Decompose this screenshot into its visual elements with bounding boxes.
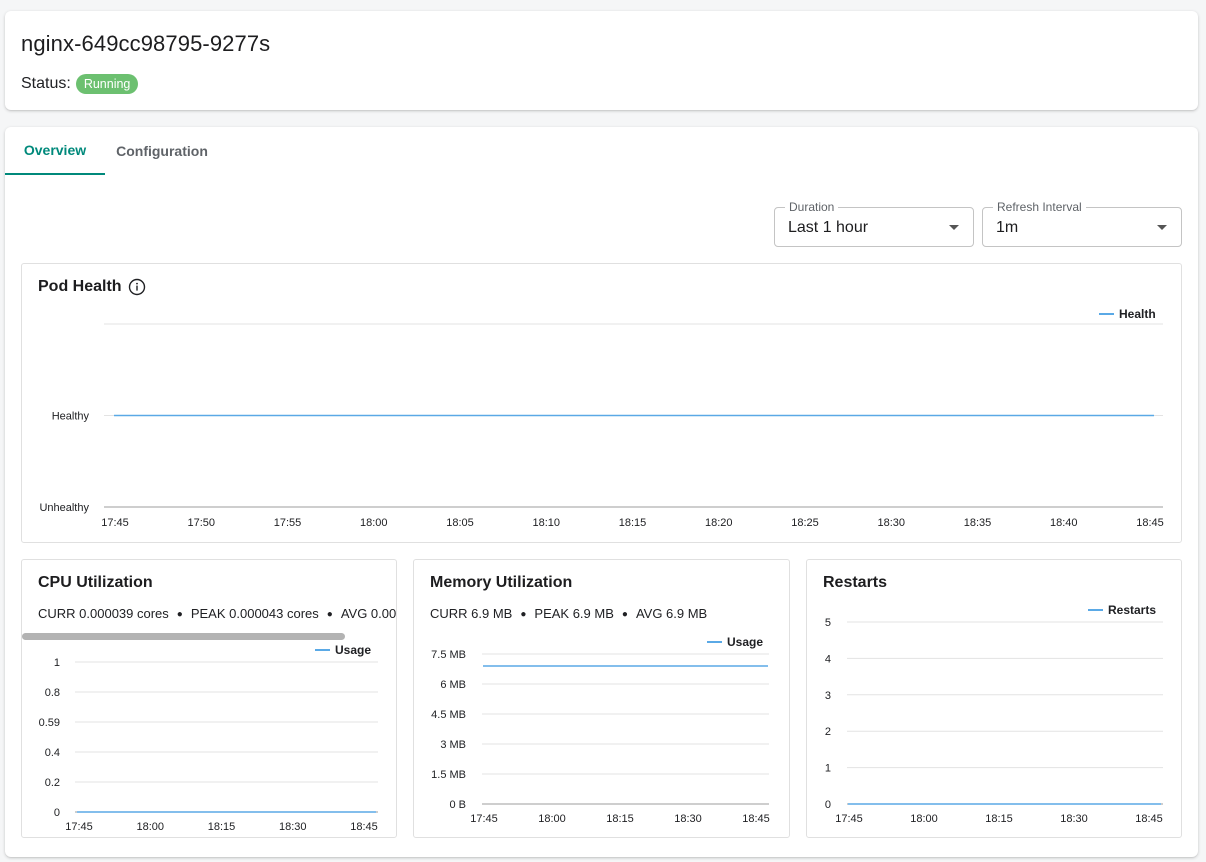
y-tick-label: 1: [825, 763, 831, 775]
y-tick-label: 4.5 MB: [431, 709, 466, 721]
status-label: Status:: [21, 75, 71, 92]
x-tick-label: 18:00: [360, 517, 388, 529]
y-tick-label: Healthy: [52, 411, 90, 423]
x-tick-label: 18:45: [1136, 517, 1164, 529]
tab-bar: Overview Configuration: [5, 127, 219, 175]
caret-down-icon: [1157, 225, 1167, 230]
legend-label: Health: [1119, 307, 1156, 321]
x-tick-label: 17:45: [65, 821, 93, 833]
x-tick-label: 17:45: [101, 517, 129, 529]
y-tick-label: 0: [825, 799, 831, 811]
y-tick-label: 0.59: [39, 717, 60, 729]
legend-label: Usage: [727, 635, 763, 649]
y-tick-label: 1: [54, 657, 60, 669]
x-tick-label: 18:00: [910, 813, 938, 825]
status-badge: Running: [75, 74, 139, 94]
refresh-interval-value: 1m: [996, 219, 1019, 236]
x-tick-label: 18:30: [1060, 813, 1088, 825]
y-tick-label: 6 MB: [440, 679, 466, 691]
x-tick-label: 18:05: [446, 517, 474, 529]
duration-value: Last 1 hour: [788, 219, 869, 236]
y-tick-label: 3: [825, 690, 831, 702]
x-tick-label: 18:20: [705, 517, 733, 529]
y-tick-label: 0: [54, 807, 60, 819]
memory-chart: Usage 7.5 MB 6 MB 4.5 MB 3 MB 1.5 MB 0 B 17:45 1…: [431, 635, 770, 825]
x-tick-label: 18:15: [208, 821, 236, 833]
x-tick-label: 18:15: [619, 517, 647, 529]
y-tick-label: Unhealthy: [39, 502, 89, 514]
x-tick-label: 18:35: [964, 517, 992, 529]
x-tick-label: 18:15: [985, 813, 1013, 825]
x-tick-label: 18:45: [1135, 813, 1163, 825]
cpu-chart: Usage 1 0.8 0.59 0.4 0.2 0 17:45 18:00 18:15 18:30…: [39, 643, 378, 833]
x-tick-label: 18:10: [532, 517, 560, 529]
x-tick-label: 18:00: [136, 821, 164, 833]
y-tick-label: 0.8: [45, 687, 60, 699]
y-tick-label: 2: [825, 726, 831, 738]
tab-configuration[interactable]: Configuration: [105, 127, 219, 175]
x-tick-label: 17:50: [187, 517, 215, 529]
x-tick-label: 18:30: [674, 813, 702, 825]
x-tick-label: 18:00: [538, 813, 566, 825]
duration-label: Duration: [785, 200, 839, 214]
pod-health-panel: Pod Health Health Healthy Unhealthy 17:45 17…: [21, 263, 1182, 543]
x-tick-label: 18:40: [1050, 517, 1078, 529]
x-tick-label: 17:45: [835, 813, 863, 825]
x-tick-label: 18:30: [877, 517, 905, 529]
status-row: Status: Running: [21, 74, 139, 94]
main-card: Overview Configuration Duration Last 1 h…: [5, 127, 1198, 857]
x-tick-label: 18:45: [350, 821, 378, 833]
legend-label: Restarts: [1108, 603, 1156, 617]
tab-overview[interactable]: Overview: [5, 127, 105, 175]
refresh-interval-select[interactable]: Refresh Interval 1m: [982, 200, 1182, 247]
y-tick-label: 5: [825, 617, 831, 629]
y-tick-label: 7.5 MB: [431, 649, 466, 661]
y-tick-label: 0.2: [45, 777, 60, 789]
duration-select[interactable]: Duration Last 1 hour: [774, 200, 974, 247]
y-tick-label: 4: [825, 653, 831, 665]
y-tick-label: 3 MB: [440, 739, 466, 751]
page-title: nginx-649cc98795-9277s: [21, 31, 271, 56]
y-tick-label: 0 B: [449, 799, 466, 811]
x-tick-label: 18:30: [279, 821, 307, 833]
legend-label: Usage: [335, 643, 371, 657]
pod-health-chart: Health Healthy Unhealthy 17:45 17:50 17:55 18:…: [39, 307, 1164, 529]
x-tick-label: 18:45: [742, 813, 770, 825]
pod-header-card: nginx-649cc98795-9277s Status: Running: [5, 11, 1198, 110]
x-tick-label: 18:15: [606, 813, 634, 825]
memory-panel: Memory Utilization CURR 6.9 MB ● PEAK 6.9 …: [413, 559, 790, 838]
x-tick-label: 17:45: [470, 813, 498, 825]
x-tick-label: 18:25: [791, 517, 819, 529]
restarts-panel: Restarts Restarts 5 4 3 2 1 0 17:45 18:00 18:15 18…: [806, 559, 1182, 838]
cpu-panel: CPU Utilization CURR 0.000039 cores ● PEAK…: [21, 559, 397, 838]
x-tick-label: 17:55: [274, 517, 302, 529]
y-tick-label: 0.4: [45, 747, 60, 759]
y-tick-label: 1.5 MB: [431, 769, 466, 781]
caret-down-icon: [949, 225, 959, 230]
restarts-chart: Restarts 5 4 3 2 1 0 17:45 18:00 18:15 18:30 18:45: [825, 603, 1163, 825]
refresh-interval-label: Refresh Interval: [993, 200, 1086, 214]
